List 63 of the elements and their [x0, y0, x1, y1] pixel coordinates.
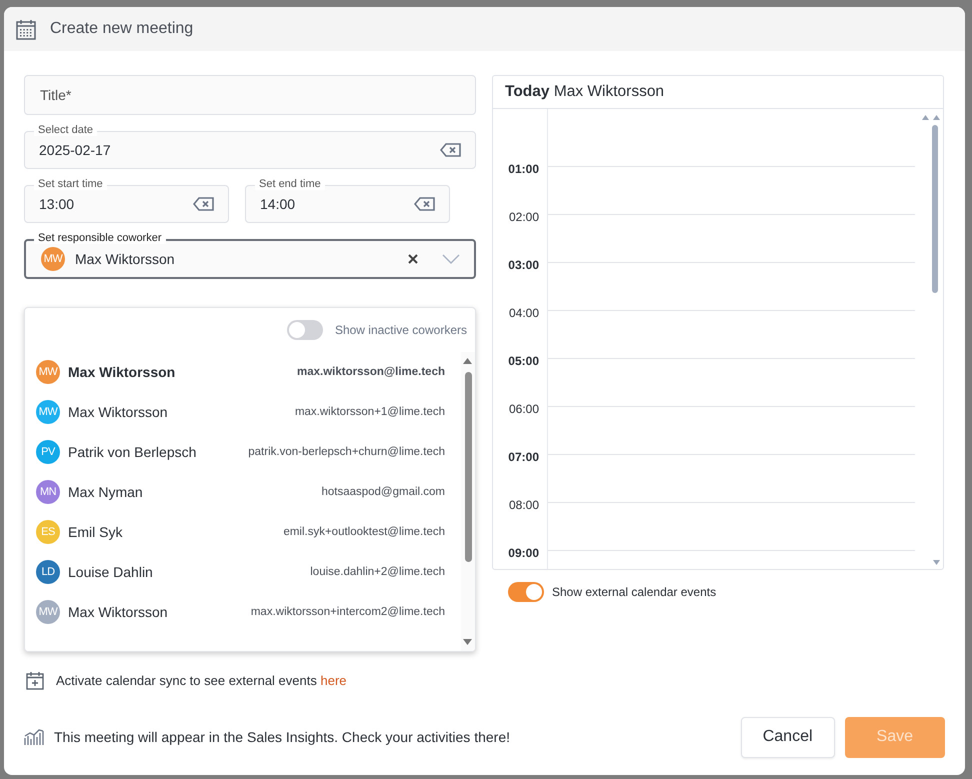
- footer-note: This meeting will appear in the Sales Insights. Check your activities there!: [54, 729, 511, 745]
- calendar-icon: [16, 18, 36, 40]
- coworker-option[interactable]: Emil Syk: [68, 524, 276, 540]
- calendar-add-icon: [26, 671, 44, 690]
- field-value: 2025-02-17: [39, 142, 112, 158]
- avatar: MW: [36, 360, 60, 384]
- hour-label: 07:00: [507, 450, 539, 464]
- field-label: Set responsible coworker: [34, 232, 166, 244]
- avatar: MN: [36, 480, 60, 504]
- coworker-email: hotsaaspod@gmail.com: [321, 486, 445, 498]
- coworker-email: max.wiktorsson@lime.tech: [297, 366, 445, 378]
- scrollbar[interactable]: [461, 352, 475, 651]
- chevron-down-icon[interactable]: [442, 254, 460, 264]
- hour-label: 04:00: [508, 306, 539, 320]
- avatar: MW: [36, 600, 60, 624]
- field-value: 14:00: [260, 196, 296, 212]
- clear-icon[interactable]: [193, 197, 214, 211]
- coworker-option[interactable]: Patrik von Berlepsch: [68, 444, 240, 460]
- hour-label: 01:00: [507, 162, 539, 176]
- coworker-option[interactable]: Max Wiktorsson: [68, 604, 243, 620]
- coworker-option[interactable]: Max Wiktorsson: [68, 404, 287, 420]
- hour-label: 05:00: [507, 354, 539, 368]
- coworker-email: emil.syk+outlooktest@lime.tech: [283, 526, 445, 538]
- field-value: Max Wiktorsson: [75, 251, 176, 267]
- toggle-switch[interactable]: [286, 320, 323, 340]
- avatar: MW: [36, 400, 60, 424]
- avatar: LD: [36, 560, 60, 584]
- hour-label: 08:00: [508, 498, 539, 512]
- toggle-label: Show external calendar events: [552, 585, 716, 599]
- bar-chart-icon: [24, 728, 44, 746]
- hour-label: 06:00: [508, 402, 539, 416]
- avatar: PV: [36, 440, 60, 464]
- coworker-option[interactable]: Max Nyman: [68, 484, 314, 500]
- coworker-email: patrik.von-berlepsch+churn@lime.tech: [248, 446, 445, 458]
- field-label: Select date: [34, 124, 98, 136]
- title-field[interactable]: Title*: [24, 75, 476, 115]
- coworker-option[interactable]: Max Wiktorsson: [68, 364, 290, 380]
- coworker-option[interactable]: Louise Dahlin: [68, 564, 302, 580]
- field-label: Set end time: [255, 178, 325, 190]
- avatar: ES: [36, 520, 60, 544]
- sync-note: Activate calendar sync to see external events here: [56, 673, 347, 688]
- coworker-email: max.wiktorsson+intercom2@lime.tech: [250, 606, 445, 618]
- calendar-title: Today Max Wiktorsson: [505, 83, 664, 101]
- toggle-switch[interactable]: [508, 582, 544, 602]
- toggle-label: Show inactive coworkers: [334, 323, 467, 337]
- field-label: Set start time: [34, 178, 107, 190]
- scroll-up-icon[interactable]: [463, 358, 472, 364]
- field-value: 13:00: [39, 196, 76, 212]
- avatar: MW: [41, 247, 65, 271]
- clear-icon[interactable]: [408, 254, 418, 264]
- scroll-down-icon[interactable]: [933, 560, 940, 565]
- scrollbar[interactable]: [931, 115, 941, 565]
- hour-label: 03:00: [507, 258, 539, 272]
- dialog-title: Create new meeting: [50, 20, 194, 38]
- coworker-email: louise.dahlin+2@lime.tech: [310, 566, 445, 578]
- here-link[interactable]: here: [320, 673, 347, 688]
- clear-icon[interactable]: [440, 143, 461, 157]
- coworker-email: max.wiktorsson+1@lime.tech: [294, 406, 445, 418]
- cancel-button[interactable]: Cancel: [740, 716, 835, 758]
- clear-icon[interactable]: [414, 197, 435, 211]
- hour-label: 02:00: [508, 210, 539, 224]
- scroll-down-icon[interactable]: [463, 639, 472, 645]
- hour-label: 09:00: [507, 546, 539, 560]
